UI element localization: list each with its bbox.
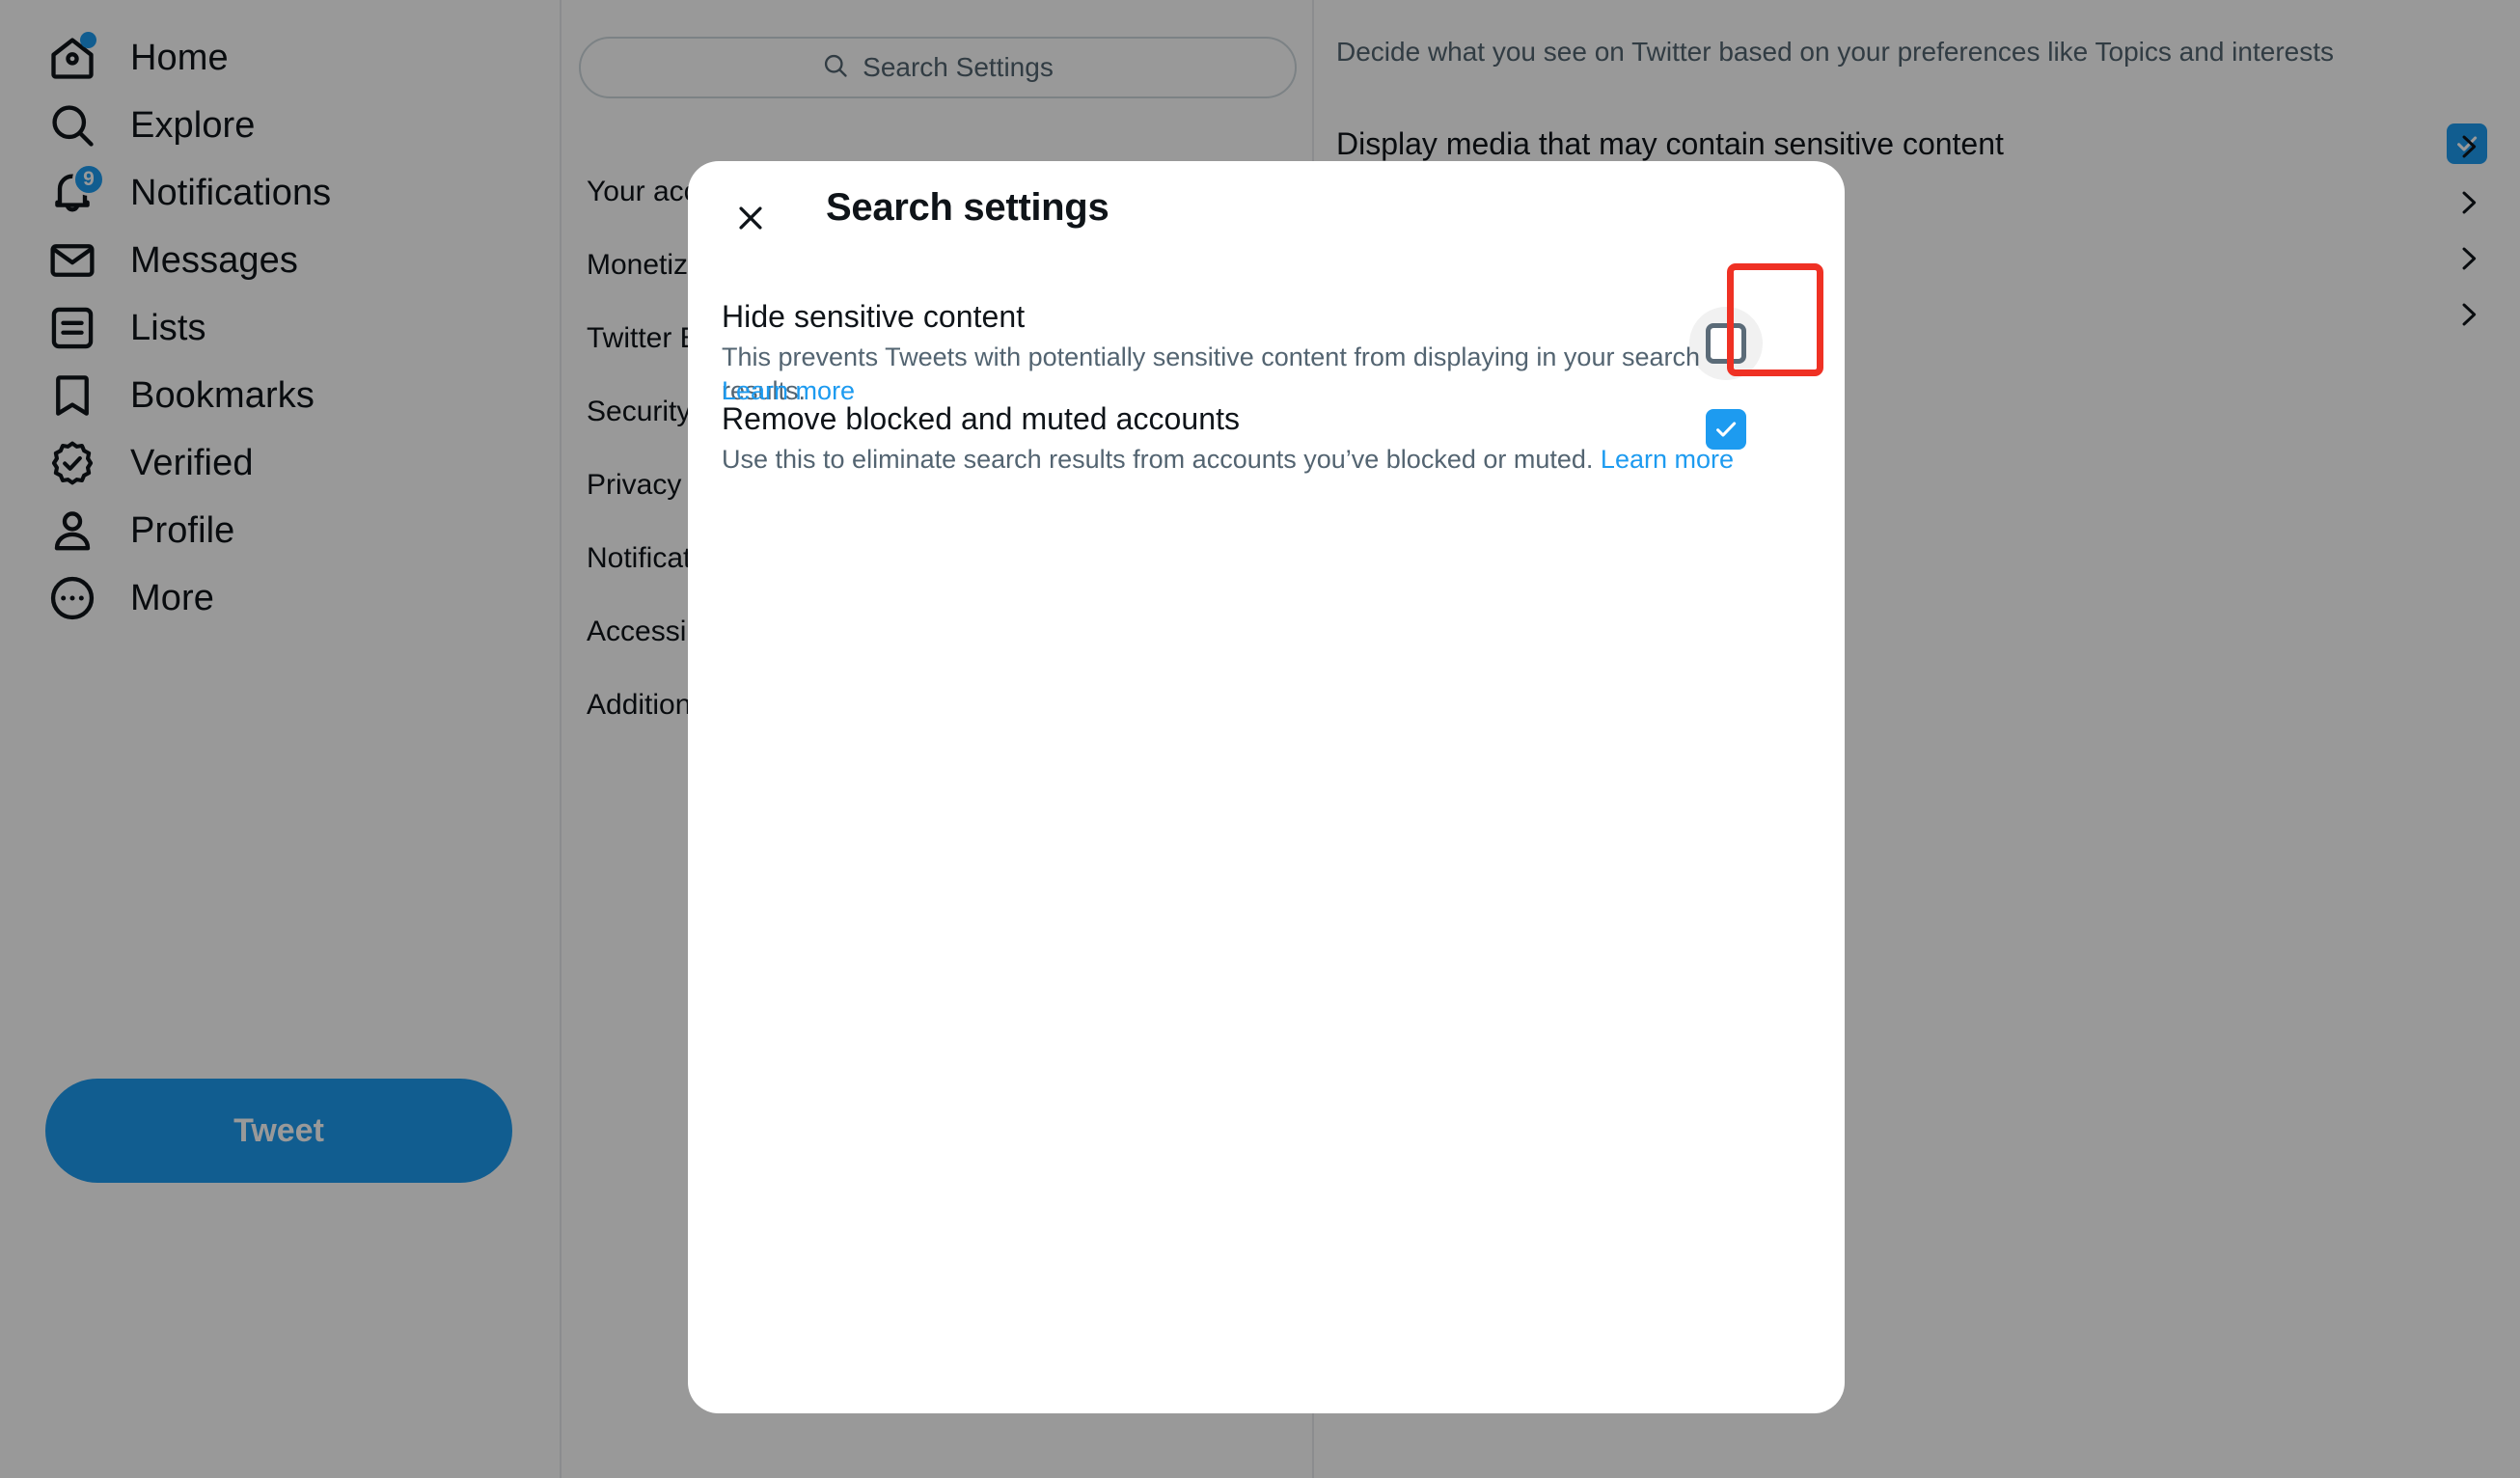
hide-sensitive-content-checkbox[interactable] [1689, 307, 1763, 380]
close-button[interactable] [722, 189, 780, 247]
row-title: Hide sensitive content [722, 299, 1026, 334]
row-title: Remove blocked and muted accounts [722, 401, 1241, 436]
search-settings-modal: Search settings Hide sensitive content T… [688, 161, 1845, 1413]
remove-blocked-muted-checkbox[interactable] [1706, 409, 1746, 450]
close-x-icon [739, 206, 762, 230]
app-root: Home Explore 9 Notifications Messages Li… [0, 0, 2520, 1478]
checkmark-icon [1716, 422, 1737, 437]
row-description: Use this to eliminate search results fro… [722, 443, 1754, 477]
row-description: This prevents Tweets with potentially se… [722, 342, 1700, 405]
checkbox-box-unchecked [1706, 323, 1746, 364]
modal-header: Search settings [688, 161, 1845, 267]
modal-title: Search settings [826, 186, 1109, 229]
row-description-text: Use this to eliminate search results fro… [722, 445, 1601, 474]
